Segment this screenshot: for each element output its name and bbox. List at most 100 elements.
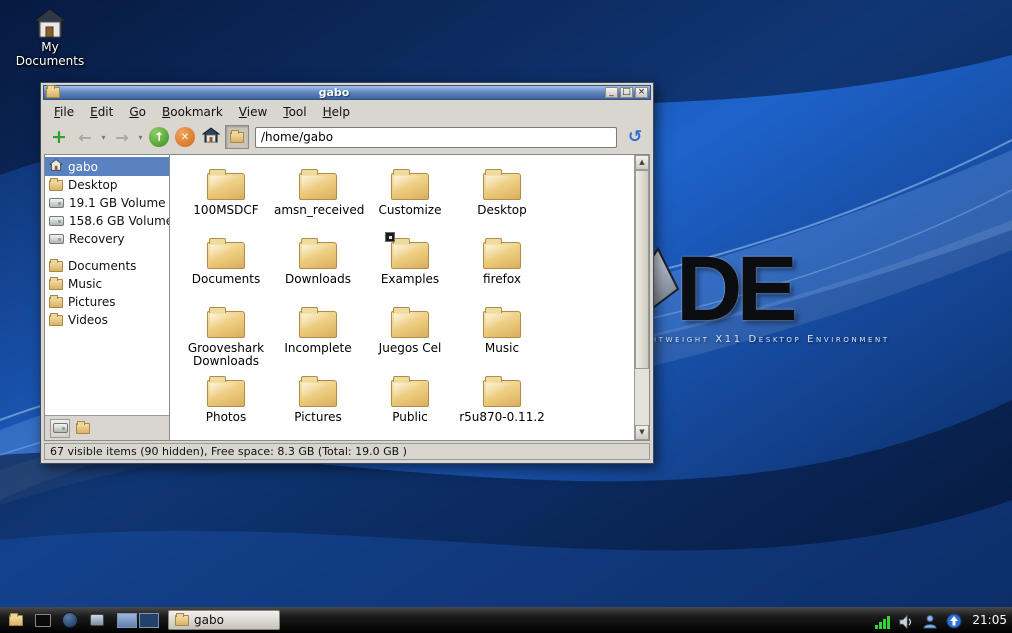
up-button[interactable]: ↑: [147, 125, 171, 149]
shortcut-emblem-icon: [385, 232, 395, 242]
folder-icon: [175, 612, 189, 626]
new-tab-button[interactable]: +: [47, 125, 71, 149]
pager-desktop-1[interactable]: [117, 612, 137, 628]
terminal-icon: [35, 613, 51, 627]
file-item[interactable]: Public: [364, 374, 456, 440]
menu-help[interactable]: Help: [315, 103, 358, 121]
sidebar-item-documents[interactable]: Documents: [45, 257, 169, 275]
home-icon: [201, 127, 221, 147]
sidebar-item-pictures[interactable]: Pictures: [45, 293, 169, 311]
forward-button[interactable]: →: [110, 125, 134, 149]
folder-icon: [391, 169, 429, 200]
user-switcher-icon[interactable]: [921, 611, 939, 629]
system-tray: 21:05: [873, 611, 1007, 629]
folder-icon[interactable]: [76, 420, 90, 434]
terminal-launcher[interactable]: [32, 610, 54, 630]
sidebar-item-volume-158gb[interactable]: 158.6 GB Volume: [45, 212, 169, 230]
sidebar-item-volume-19gb[interactable]: 19.1 GB Volume: [45, 194, 169, 212]
pager-desktop-2[interactable]: [139, 612, 159, 628]
maximize-button[interactable]: □: [620, 87, 633, 98]
logo-text: DE: [676, 238, 798, 340]
file-item[interactable]: Customize: [364, 167, 456, 235]
folder-icon: [391, 307, 429, 338]
browser-icon: [62, 612, 78, 628]
folder-icon: [207, 238, 245, 269]
folder-icon: [483, 307, 521, 338]
task-button-gabo[interactable]: gabo: [168, 610, 280, 630]
file-manager-window: gabo _ □ × File Edit Go Bookmark View To…: [40, 82, 654, 464]
file-item[interactable]: firefox: [456, 236, 548, 304]
sidebar-item-label: 19.1 GB Volume: [69, 196, 166, 210]
folder-icon: [9, 612, 23, 626]
updater-icon[interactable]: [945, 611, 963, 629]
go-arrow-icon: ↻: [627, 127, 643, 147]
clock[interactable]: 21:05: [972, 613, 1007, 627]
sidebar-item-label: Music: [68, 277, 103, 291]
minimize-button[interactable]: _: [605, 87, 618, 98]
back-button[interactable]: ←: [73, 125, 97, 149]
app-launcher[interactable]: [86, 610, 108, 630]
drive-icon: [52, 423, 68, 433]
file-item[interactable]: Juegos Cel: [364, 305, 456, 373]
menu-file[interactable]: File: [46, 103, 82, 121]
stop-icon: ✕: [175, 127, 195, 147]
file-item[interactable]: Incomplete: [272, 305, 364, 373]
folder-icon: [299, 307, 337, 338]
folder-icon: [207, 376, 245, 407]
scrollbar-track[interactable]: [635, 170, 649, 425]
file-item[interactable]: Examples: [364, 232, 456, 304]
menu-bookmark[interactable]: Bookmark: [154, 103, 231, 121]
window-titlebar[interactable]: gabo _ □ ×: [43, 85, 651, 100]
file-item[interactable]: amsn_received: [272, 167, 364, 235]
file-manager-launcher[interactable]: [5, 610, 27, 630]
scroll-up-button[interactable]: ▲: [635, 155, 649, 170]
scrollbar-thumb[interactable]: [635, 170, 649, 369]
volume-icon[interactable]: [897, 611, 915, 629]
sidebar-item-music[interactable]: Music: [45, 275, 169, 293]
file-item[interactable]: Photos: [180, 374, 272, 440]
menu-go[interactable]: Go: [121, 103, 154, 121]
file-item[interactable]: Pictures: [272, 374, 364, 440]
folder-icon: [391, 376, 429, 407]
go-button[interactable]: ↻: [623, 125, 647, 149]
sidebar-item-videos[interactable]: Videos: [45, 311, 169, 329]
file-item[interactable]: Music: [456, 305, 548, 373]
back-history-dropdown[interactable]: ▾: [99, 125, 108, 149]
file-item[interactable]: Downloads: [272, 236, 364, 304]
sidebar-item-desktop[interactable]: Desktop: [45, 176, 169, 194]
logo-tagline: Lightweight X11 Desktop Environment: [630, 334, 890, 345]
sidebar-item-label: Videos: [68, 313, 108, 327]
browser-launcher[interactable]: [59, 610, 81, 630]
places-list: gabo Desktop 19.1 GB Volume 158.6 GB Vol…: [45, 155, 169, 415]
stop-button[interactable]: ✕: [173, 125, 197, 149]
desktop-icon-my-documents[interactable]: My Documents: [14, 8, 86, 68]
menu-view[interactable]: View: [231, 103, 275, 121]
vertical-scrollbar[interactable]: ▲ ▼: [634, 155, 649, 440]
file-view[interactable]: 100MSDCF amsn_received Customize Desktop: [170, 155, 634, 440]
network-monitor-icon[interactable]: [873, 611, 891, 629]
home-button[interactable]: [199, 125, 223, 149]
scroll-down-button[interactable]: ▼: [635, 425, 649, 440]
menu-tool[interactable]: Tool: [275, 103, 314, 121]
file-item[interactable]: r5u870-0.11.2: [456, 374, 548, 440]
folder-icon: [483, 238, 521, 269]
close-button[interactable]: ×: [635, 87, 648, 98]
window-icon: [46, 85, 60, 98]
menu-edit[interactable]: Edit: [82, 103, 121, 121]
file-item[interactable]: Documents: [180, 236, 272, 304]
file-item[interactable]: Desktop: [456, 167, 548, 235]
address-bar-input[interactable]: [255, 126, 617, 148]
show-volumes-button[interactable]: [50, 418, 70, 438]
folder-shortcut-button[interactable]: [225, 125, 249, 149]
sidebar-item-gabo[interactable]: gabo: [45, 157, 169, 176]
window-title: gabo: [318, 86, 350, 99]
toolbar: + ← ▾ → ▾ ↑ ✕ ↻: [43, 123, 651, 154]
desktop-icon-label: My Documents: [15, 40, 85, 68]
sidebar-item-recovery[interactable]: Recovery: [45, 230, 169, 248]
forward-history-dropdown[interactable]: ▾: [136, 125, 145, 149]
file-item[interactable]: 100MSDCF: [180, 167, 272, 235]
file-item[interactable]: Grooveshark Downloads: [180, 305, 272, 373]
taskbar: gabo 21:05: [0, 607, 1012, 633]
folder-icon: [299, 169, 337, 200]
sidebar-item-label: Documents: [68, 259, 137, 273]
